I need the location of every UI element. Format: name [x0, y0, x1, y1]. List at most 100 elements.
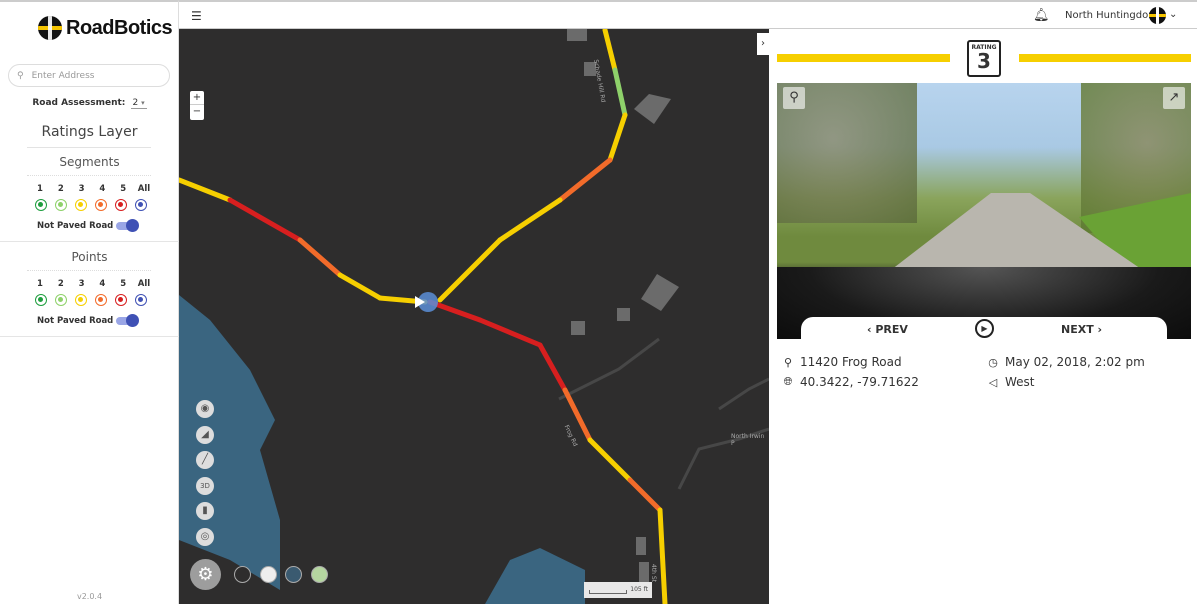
3d-icon[interactable]: 3D	[196, 477, 214, 495]
rating-bar-left	[777, 54, 950, 62]
road-segment[interactable]	[497, 197, 563, 243]
road-segment[interactable]	[477, 317, 543, 348]
zoom-out-button[interactable]: −	[190, 105, 204, 119]
points-not-paved-label: Not Paved Road	[37, 316, 114, 326]
roadbotics-logo-icon	[38, 16, 62, 40]
zoom-image-icon[interactable]: ⚲	[783, 87, 805, 109]
logo: RoadBotics	[38, 16, 173, 40]
map[interactable]: Schade Hill Rd Frog Rd 4th St North Irwi…	[179, 29, 769, 604]
point-level-label: 4	[99, 279, 106, 289]
segment-radio-3[interactable]	[75, 199, 87, 211]
search-input[interactable]: Enter Address	[32, 71, 95, 81]
segments-radios	[35, 199, 147, 211]
map-style-satellite[interactable]	[285, 566, 302, 583]
road-photo[interactable]: ⚲ ↗	[777, 83, 1191, 339]
road-segment[interactable]	[607, 112, 628, 163]
ruler-icon[interactable]: ╱	[196, 451, 214, 469]
road-segment[interactable]	[227, 197, 303, 243]
road-segment[interactable]	[657, 507, 668, 604]
locate-icon[interactable]: ◎	[196, 528, 214, 546]
segment-radio-all[interactable]	[135, 199, 147, 211]
road-assessment-select[interactable]: 2 ▾	[130, 98, 147, 109]
segments-not-paved-toggle[interactable]	[116, 219, 139, 232]
road-segment[interactable]	[602, 29, 618, 73]
minor-road	[718, 377, 769, 411]
next-button[interactable]: NEXT ›	[1061, 323, 1102, 336]
divider	[0, 336, 179, 337]
town-logo-icon[interactable]	[1149, 7, 1166, 24]
search-icon: ⚲	[17, 70, 24, 81]
datetime-info: ◷ May 02, 2018, 2:02 pm	[987, 355, 1145, 369]
segment-radio-1[interactable]	[35, 199, 47, 211]
coordinates: 40.3422, -79.71622	[800, 375, 919, 389]
version: v2.0.4	[76, 592, 103, 601]
minor-roads	[558, 337, 769, 490]
location-pin-icon: ⚲	[783, 355, 793, 369]
address: 11420 Frog Road	[800, 355, 902, 369]
road-segment[interactable]	[537, 342, 568, 393]
points-radios	[35, 294, 147, 306]
address-search[interactable]: ⚲ Enter Address	[8, 64, 170, 87]
map-style-light[interactable]	[260, 566, 277, 583]
road-segment[interactable]	[557, 157, 613, 203]
road-segment[interactable]	[587, 437, 633, 483]
prev-button[interactable]: ‹ PREV	[867, 323, 908, 336]
segment-level-label: All	[137, 184, 151, 194]
place-label: North Irwin P	[731, 433, 765, 447]
image-navigation: ‹ PREV ▶ NEXT ›	[801, 317, 1167, 342]
point-radio-5[interactable]	[115, 294, 127, 306]
building	[636, 537, 646, 555]
play-icon[interactable]: ▶	[975, 319, 994, 338]
zoom-control: + −	[190, 91, 204, 120]
trash-icon[interactable]: ▮	[196, 502, 214, 520]
point-level-label: 2	[57, 279, 64, 289]
camera-icon[interactable]: ◉	[196, 400, 214, 418]
direction: West	[1005, 375, 1035, 389]
road-label: 4th St	[650, 564, 657, 583]
map-canvas[interactable]	[179, 29, 769, 604]
segment-radio-5[interactable]	[115, 199, 127, 211]
road-assessment-value: 2	[132, 98, 139, 108]
road-segment[interactable]	[612, 67, 628, 118]
point-radio-3[interactable]	[75, 294, 87, 306]
road-segment[interactable]	[297, 237, 343, 278]
settings-gear-icon[interactable]: ⚙	[190, 559, 221, 590]
points-not-paved-toggle[interactable]	[116, 314, 139, 327]
minor-road	[558, 337, 660, 401]
dropdown-caret-icon: ▾	[141, 99, 145, 107]
divider	[27, 147, 151, 148]
collapse-panel-chevron-icon[interactable]: ›	[757, 33, 769, 55]
segments-not-paved-label: Not Paved Road	[37, 221, 114, 231]
point-level-label: 3	[78, 279, 85, 289]
open-external-icon[interactable]: ↗	[1163, 87, 1185, 109]
angle-measure-icon[interactable]: ◢	[196, 426, 214, 444]
ratings-layer-title: Ratings Layer	[41, 124, 138, 140]
water-area	[485, 548, 585, 604]
chevron-down-icon[interactable]: ⌄	[1169, 9, 1177, 20]
segment-radio-2[interactable]	[55, 199, 67, 211]
address-info: ⚲ 11420 Frog Road	[782, 355, 902, 369]
road-segment[interactable]	[337, 272, 383, 301]
hamburger-icon[interactable]: ☰	[191, 10, 202, 22]
road-segment[interactable]	[179, 177, 233, 203]
building	[617, 308, 630, 321]
map-style-dark[interactable]	[234, 566, 251, 583]
road-segment[interactable]	[437, 237, 503, 303]
segment-level-label: 5	[120, 184, 127, 194]
road-segment[interactable]	[627, 477, 663, 513]
point-radio-2[interactable]	[55, 294, 67, 306]
rating-badge: RATING 3	[967, 40, 1001, 77]
map-style-terrain[interactable]	[311, 566, 328, 583]
segment-radio-4[interactable]	[95, 199, 107, 211]
zoom-in-button[interactable]: +	[190, 91, 204, 105]
point-radio-4[interactable]	[95, 294, 107, 306]
bell-icon[interactable]: 🔔︎	[1033, 8, 1050, 23]
building	[634, 94, 671, 124]
segment-level-label: 1	[37, 184, 43, 194]
building	[639, 562, 649, 582]
point-radio-1[interactable]	[35, 294, 47, 306]
town-name[interactable]: North Huntingdon	[1065, 10, 1155, 21]
image-panel: RATING 3 ⚲ ↗ ‹ PREV ▶ NEXT › ⚲ 11420 Frog…	[769, 29, 1197, 604]
segment-level-label: 4	[99, 184, 106, 194]
point-radio-all[interactable]	[135, 294, 147, 306]
